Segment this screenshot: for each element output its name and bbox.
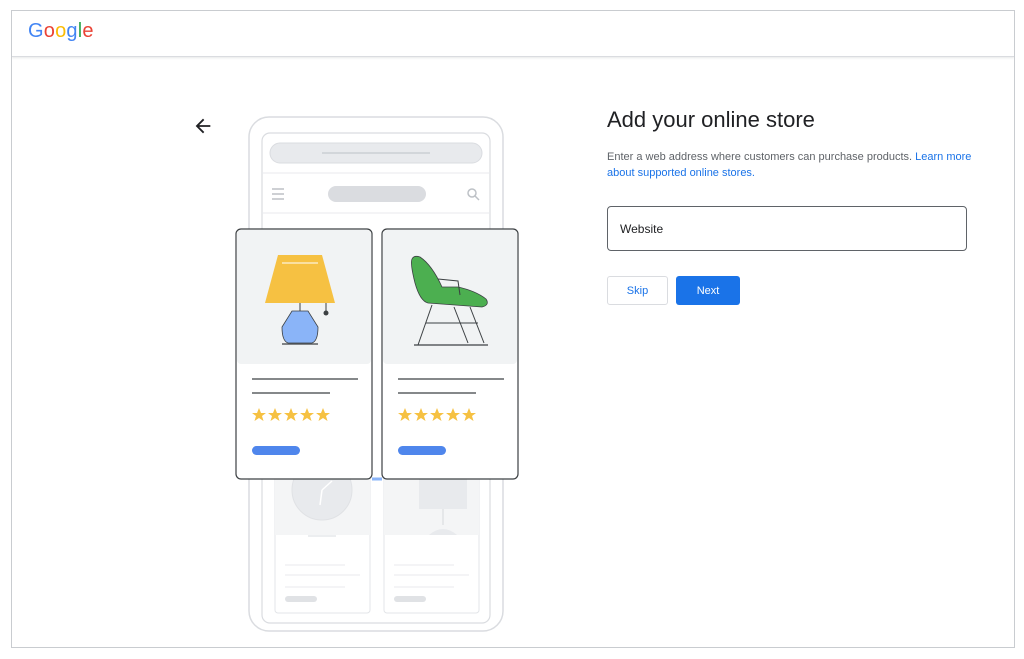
arrow-left-icon bbox=[195, 118, 211, 134]
logo-letter: e bbox=[82, 20, 94, 42]
skip-button[interactable]: Skip bbox=[607, 276, 668, 305]
website-input[interactable] bbox=[608, 207, 966, 250]
logo-letter: G bbox=[28, 20, 44, 42]
product-card-chair bbox=[381, 228, 519, 480]
website-field[interactable] bbox=[607, 206, 967, 251]
app-window: Google Add your online store Enter a web… bbox=[11, 10, 1015, 648]
google-logo[interactable]: Google bbox=[28, 20, 94, 43]
product-card-lamp bbox=[235, 228, 373, 480]
online-store-illustration bbox=[235, 116, 519, 632]
page-description: Enter a web address where customers can … bbox=[607, 149, 977, 181]
next-button[interactable]: Next bbox=[676, 276, 740, 305]
back-button[interactable] bbox=[192, 115, 214, 137]
page-title: Add your online store bbox=[607, 107, 815, 132]
top-bar: Google bbox=[12, 11, 1014, 57]
logo-letter: g bbox=[66, 20, 78, 42]
description-text: Enter a web address where customers can … bbox=[607, 151, 916, 163]
logo-letter: o bbox=[43, 20, 56, 42]
logo-letter: o bbox=[55, 20, 67, 42]
